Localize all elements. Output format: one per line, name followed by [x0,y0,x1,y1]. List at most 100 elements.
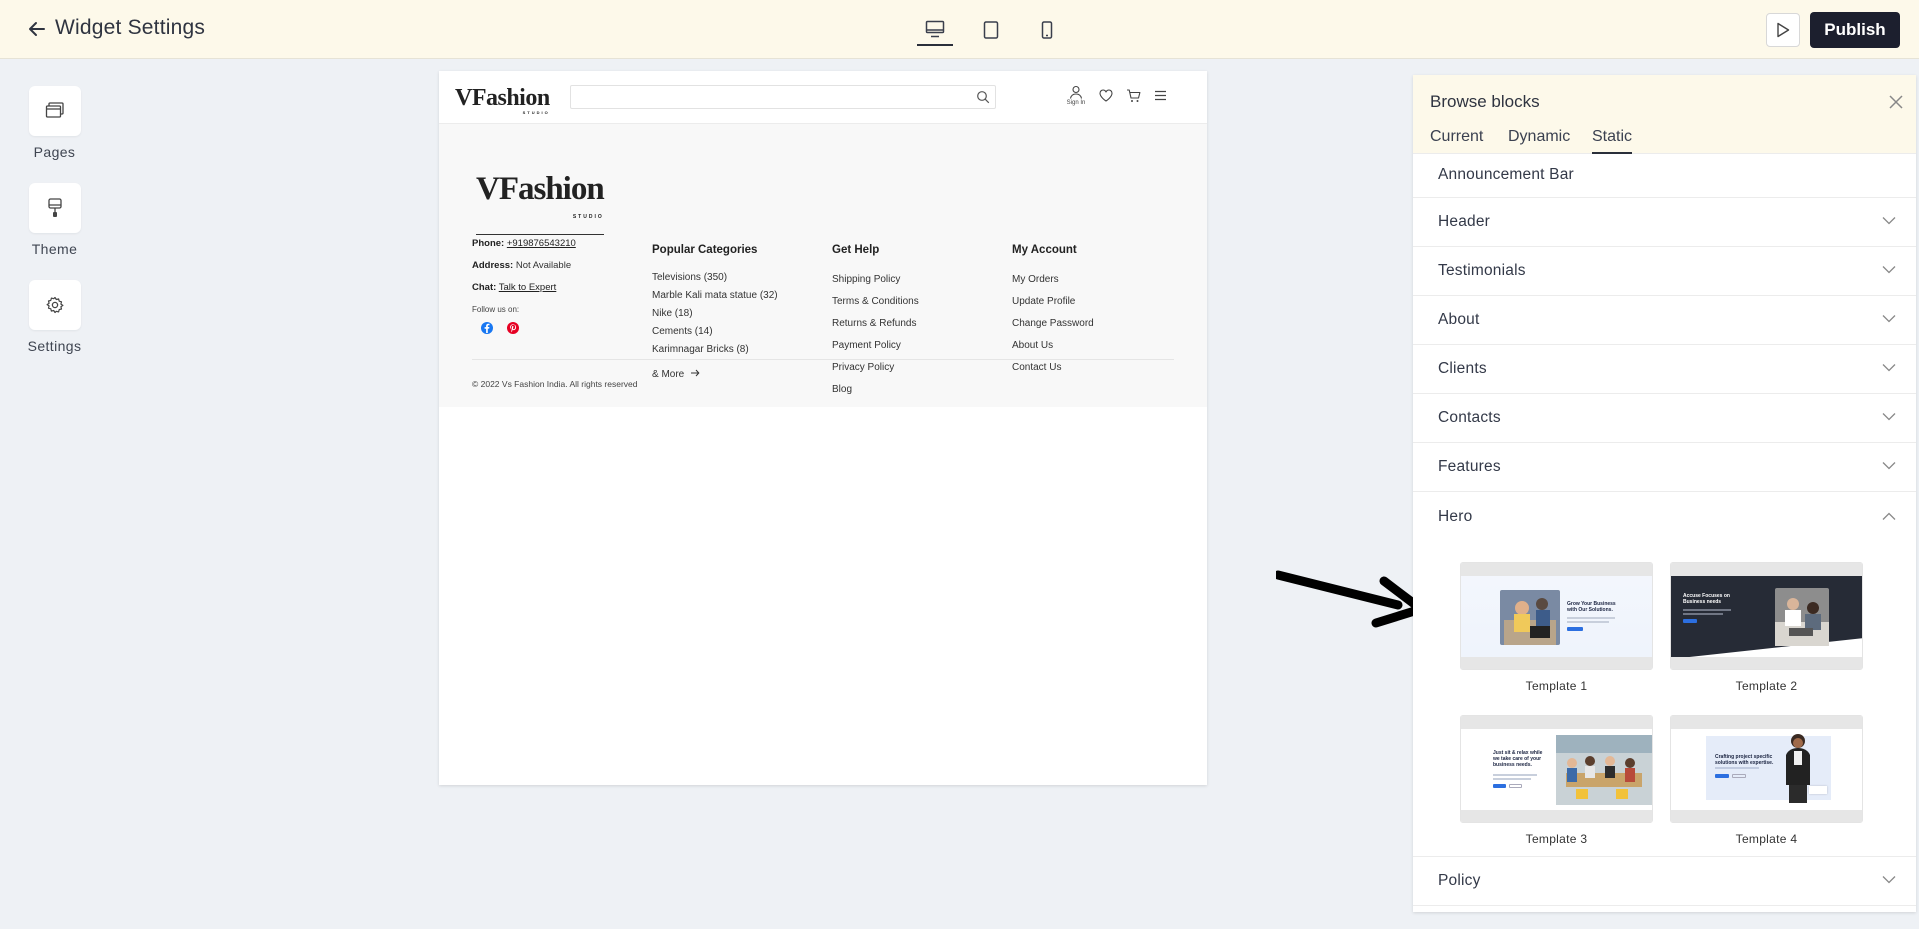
account-link[interactable]: Contact Us [1012,362,1061,373]
wishlist-button[interactable] [1097,89,1115,113]
template-headline: Accuse Focuses on Business needs [1683,593,1730,605]
hamburger-menu-icon [1154,90,1166,101]
categories-title: Popular Categories [652,244,758,256]
desktop-icon [925,20,945,38]
chevron-down-icon [1882,266,1896,274]
block-contacts[interactable]: Contacts [1413,394,1916,443]
arrow-right-icon [691,369,700,377]
hero-template-4[interactable]: Crafting project specific solutions with… [1670,715,1863,846]
template-headline: Grow Your Business with Our Solutions. [1567,601,1616,613]
phone-line: Phone: +919876543210 [472,238,576,249]
account-link[interactable]: Update Profile [1012,296,1075,307]
account-link[interactable]: My Orders [1012,274,1059,285]
category-link[interactable]: Cements (14) [652,326,713,337]
hero-template-3[interactable]: Just sit & relax while we take care of y… [1460,715,1653,846]
category-link[interactable]: Televisions (350) [652,272,727,283]
block-hero[interactable]: Hero [1413,492,1916,546]
chevron-down-icon [1882,315,1896,323]
hero-templates: Grow Your Business with Our Solutions. T… [1413,546,1916,857]
template-label: Template 4 [1735,832,1798,846]
site-header[interactable]: VFashion STUDIO Sign In [439,71,1207,124]
address-value: Not Available [515,260,572,271]
close-icon[interactable] [1886,92,1906,112]
mobile-icon [1041,21,1053,39]
account-link[interactable]: About Us [1012,340,1053,351]
block-announcement-bar[interactable]: Announcement Bar [1413,154,1916,198]
panel-header: Browse blocks Current Dynamic Static [1413,75,1916,154]
play-icon [1777,22,1790,38]
pinterest-icon[interactable] [506,321,520,335]
template-label: Template 1 [1525,679,1588,693]
category-link[interactable]: Nike (18) [652,308,693,319]
rail-item-settings[interactable]: Settings [18,280,91,354]
block-header[interactable]: Header [1413,198,1916,247]
menu-button[interactable] [1151,90,1169,114]
search-icon [977,91,990,104]
site-footer[interactable]: VFashion STUDIO Phone: +919876543210 Add… [439,124,1207,407]
help-link[interactable]: Returns & Refunds [832,318,917,329]
tab-dynamic[interactable]: Dynamic [1508,128,1570,152]
publish-button[interactable]: Publish [1810,12,1900,48]
help-link[interactable]: Terms & Conditions [832,296,919,307]
pointer-arrow-annotation [1276,570,1424,628]
account-title: My Account [1012,244,1077,256]
pages-icon [45,102,64,118]
footer-logo[interactable]: VFashion STUDIO [476,173,605,235]
cart-button[interactable] [1124,89,1142,113]
cart-icon [1126,89,1140,102]
rail-item-pages[interactable]: Pages [18,86,91,160]
rail-item-theme[interactable]: Theme [18,183,91,257]
tablet-view-button[interactable] [973,14,1009,46]
gear-icon [46,296,63,314]
address-line: Address: Not Available [472,260,572,271]
chevron-down-icon [1882,462,1896,470]
rail-label: Pages [33,144,76,160]
chevron-down-icon [1882,413,1896,421]
heart-icon [1099,89,1113,102]
desktop-view-button[interactable] [917,14,953,46]
page-canvas[interactable]: VFashion STUDIO Sign In VFashion STUDIO … [439,71,1207,785]
preview-button[interactable] [1766,13,1800,47]
category-link[interactable]: Karimnagar Bricks (8) [652,344,749,355]
hero-template-1[interactable]: Grow Your Business with Our Solutions. T… [1460,562,1653,693]
footer-divider [472,359,1174,360]
chevron-up-icon [1882,512,1896,520]
more-categories-link[interactable]: & More [652,369,700,380]
template-headline: Crafting project specific solutions with… [1715,754,1774,766]
phone-link[interactable]: +919876543210 [507,238,576,249]
follow-label: Follow us on: [472,305,520,314]
copyright: © 2022 Vs Fashion India. All rights rese… [472,379,638,389]
hero-template-2[interactable]: Accuse Focuses on Business needs Templat… [1670,562,1863,693]
rail-label: Theme [31,241,78,257]
chat-link[interactable]: Talk to Expert [499,282,557,293]
help-link[interactable]: Blog [832,384,852,395]
account-link[interactable]: Change Password [1012,318,1094,329]
block-about[interactable]: About [1413,296,1916,345]
back-arrow-icon[interactable] [26,18,48,40]
chevron-down-icon [1882,217,1896,225]
category-link[interactable]: Marble Kali mata statue (32) [652,290,778,301]
template-label: Template 2 [1735,679,1798,693]
browse-blocks-panel: Browse blocks Current Dynamic Static Ann… [1413,75,1916,912]
tab-current[interactable]: Current [1430,128,1483,152]
team-photo-icon [1775,588,1829,646]
template-thumbnail: Grow Your Business with Our Solutions. [1460,562,1653,670]
help-link[interactable]: Payment Policy [832,340,901,351]
mobile-view-button[interactable] [1029,14,1065,46]
user-icon [1069,85,1083,99]
block-features[interactable]: Features [1413,443,1916,492]
block-policy[interactable]: Policy [1413,857,1916,906]
block-testimonials[interactable]: Testimonials [1413,247,1916,296]
sign-in-button[interactable]: Sign In [1067,85,1085,109]
template-thumbnail: Crafting project specific solutions with… [1670,715,1863,823]
facebook-icon[interactable] [480,321,494,335]
template-thumbnail: Just sit & relax while we take care of y… [1460,715,1653,823]
site-search-input[interactable] [570,85,996,109]
tab-static[interactable]: Static [1592,128,1633,154]
help-link[interactable]: Shipping Policy [832,274,900,285]
office-photo-icon [1500,590,1560,645]
help-link[interactable]: Privacy Policy [832,362,894,373]
site-logo[interactable]: VFashion STUDIO [455,85,550,115]
panel-title: Browse blocks [1430,92,1540,111]
block-clients[interactable]: Clients [1413,345,1916,394]
